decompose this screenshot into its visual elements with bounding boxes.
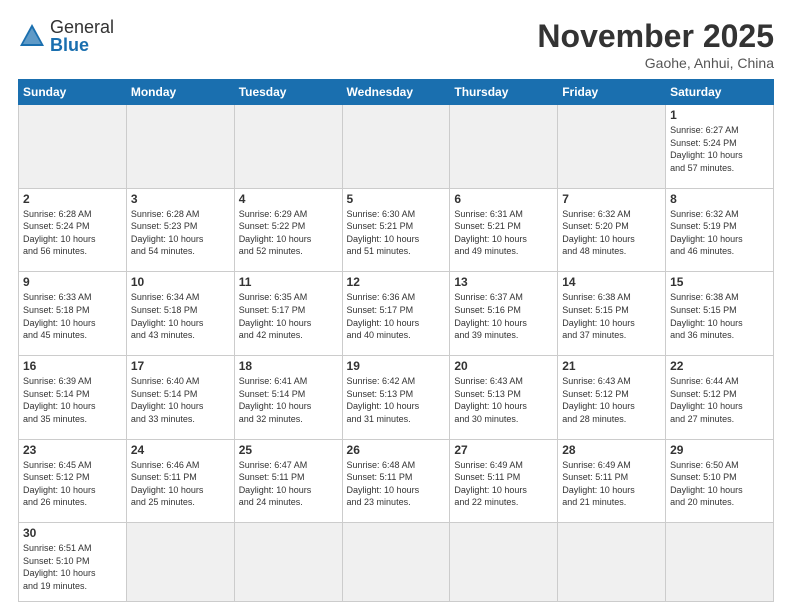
col-wednesday: Wednesday <box>342 80 450 105</box>
empty-cell <box>234 105 342 189</box>
day-2: 2 Sunrise: 6:28 AMSunset: 5:24 PMDayligh… <box>19 188 127 272</box>
logo: General Blue <box>18 18 114 54</box>
month-title: November 2025 <box>537 18 774 55</box>
header: General Blue November 2025 Gaohe, Anhui,… <box>18 18 774 71</box>
title-block: November 2025 Gaohe, Anhui, China <box>537 18 774 71</box>
day-18: 18 Sunrise: 6:41 AMSunset: 5:14 PMDaylig… <box>234 355 342 439</box>
page: General Blue November 2025 Gaohe, Anhui,… <box>0 0 792 612</box>
day-15: 15 Sunrise: 6:38 AMSunset: 5:15 PMDaylig… <box>666 272 774 356</box>
day-28: 28 Sunrise: 6:49 AMSunset: 5:11 PMDaylig… <box>558 439 666 523</box>
empty-cell <box>666 523 774 602</box>
day-10: 10 Sunrise: 6:34 AMSunset: 5:18 PMDaylig… <box>126 272 234 356</box>
day-5: 5 Sunrise: 6:30 AMSunset: 5:21 PMDayligh… <box>342 188 450 272</box>
empty-cell <box>558 523 666 602</box>
empty-cell <box>234 523 342 602</box>
day-24: 24 Sunrise: 6:46 AMSunset: 5:11 PMDaylig… <box>126 439 234 523</box>
day-7: 7 Sunrise: 6:32 AMSunset: 5:20 PMDayligh… <box>558 188 666 272</box>
col-saturday: Saturday <box>666 80 774 105</box>
logo-general: General <box>50 18 114 36</box>
day-3: 3 Sunrise: 6:28 AMSunset: 5:23 PMDayligh… <box>126 188 234 272</box>
day-17: 17 Sunrise: 6:40 AMSunset: 5:14 PMDaylig… <box>126 355 234 439</box>
empty-cell <box>450 105 558 189</box>
day-13: 13 Sunrise: 6:37 AMSunset: 5:16 PMDaylig… <box>450 272 558 356</box>
col-friday: Friday <box>558 80 666 105</box>
logo-blue: Blue <box>50 36 114 54</box>
col-monday: Monday <box>126 80 234 105</box>
logo-text: General Blue <box>50 18 114 54</box>
day-22: 22 Sunrise: 6:44 AMSunset: 5:12 PMDaylig… <box>666 355 774 439</box>
day-12: 12 Sunrise: 6:36 AMSunset: 5:17 PMDaylig… <box>342 272 450 356</box>
col-thursday: Thursday <box>450 80 558 105</box>
day-4: 4 Sunrise: 6:29 AMSunset: 5:22 PMDayligh… <box>234 188 342 272</box>
col-tuesday: Tuesday <box>234 80 342 105</box>
day-23: 23 Sunrise: 6:45 AMSunset: 5:12 PMDaylig… <box>19 439 127 523</box>
empty-cell <box>558 105 666 189</box>
empty-cell <box>342 105 450 189</box>
col-sunday: Sunday <box>19 80 127 105</box>
day-1: 1 Sunrise: 6:27 AMSunset: 5:24 PMDayligh… <box>666 105 774 189</box>
day-9: 9 Sunrise: 6:33 AMSunset: 5:18 PMDayligh… <box>19 272 127 356</box>
empty-cell <box>126 105 234 189</box>
day-27: 27 Sunrise: 6:49 AMSunset: 5:11 PMDaylig… <box>450 439 558 523</box>
empty-cell <box>126 523 234 602</box>
day-8: 8 Sunrise: 6:32 AMSunset: 5:19 PMDayligh… <box>666 188 774 272</box>
calendar-table: Sunday Monday Tuesday Wednesday Thursday… <box>18 79 774 602</box>
day-6: 6 Sunrise: 6:31 AMSunset: 5:21 PMDayligh… <box>450 188 558 272</box>
empty-cell <box>342 523 450 602</box>
logo-icon <box>18 22 46 50</box>
day-16: 16 Sunrise: 6:39 AMSunset: 5:14 PMDaylig… <box>19 355 127 439</box>
day-26: 26 Sunrise: 6:48 AMSunset: 5:11 PMDaylig… <box>342 439 450 523</box>
day-19: 19 Sunrise: 6:42 AMSunset: 5:13 PMDaylig… <box>342 355 450 439</box>
day-21: 21 Sunrise: 6:43 AMSunset: 5:12 PMDaylig… <box>558 355 666 439</box>
day-20: 20 Sunrise: 6:43 AMSunset: 5:13 PMDaylig… <box>450 355 558 439</box>
day-30: 30 Sunrise: 6:51 AMSunset: 5:10 PMDaylig… <box>19 523 127 602</box>
day-25: 25 Sunrise: 6:47 AMSunset: 5:11 PMDaylig… <box>234 439 342 523</box>
empty-cell <box>19 105 127 189</box>
location: Gaohe, Anhui, China <box>537 55 774 71</box>
day-29: 29 Sunrise: 6:50 AMSunset: 5:10 PMDaylig… <box>666 439 774 523</box>
day-14: 14 Sunrise: 6:38 AMSunset: 5:15 PMDaylig… <box>558 272 666 356</box>
empty-cell <box>450 523 558 602</box>
day-11: 11 Sunrise: 6:35 AMSunset: 5:17 PMDaylig… <box>234 272 342 356</box>
